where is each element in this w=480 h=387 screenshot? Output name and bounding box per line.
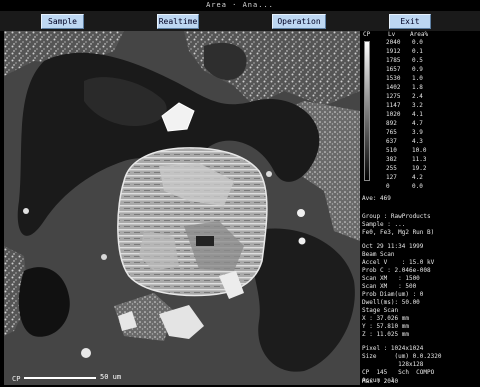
bright-grain — [298, 237, 306, 245]
bright-grain — [23, 208, 29, 214]
realtime-button[interactable]: Realtime — [157, 14, 199, 29]
legend-level: 1020 — [386, 111, 401, 118]
info-stage-z: Z : 11.025 mm — [362, 331, 409, 338]
signal-label: CP — [12, 375, 20, 383]
legend-area-percent: 4.3 — [412, 138, 423, 145]
legend-level: 765 — [386, 129, 397, 136]
info-scan-mag: Scan XM : 1500 — [362, 275, 420, 282]
scale-bar-label: 50 um — [100, 373, 122, 381]
info-stage-x: X : 37.026 mm — [362, 315, 409, 322]
legend-level: 1912 — [386, 48, 401, 55]
info-beam-scan: Beam Scan — [362, 251, 395, 258]
bright-grain — [266, 171, 272, 177]
legend-level: 637 — [386, 138, 397, 145]
legend-area-percent: 0.0 — [412, 183, 423, 190]
legend-area-percent: 0.1 — [412, 48, 423, 55]
info-datetime: Oct 29 11:34 1999 — [362, 243, 424, 250]
info-group: Group : RawProducts — [362, 213, 431, 220]
legend-level: 382 — [386, 156, 397, 163]
legend-header-area: Area% — [410, 31, 429, 38]
toolbar: Sample Realtime Operation Exit — [0, 11, 480, 31]
info-sample: Sample : ... — [362, 221, 406, 228]
legend-level: 892 — [386, 120, 397, 127]
legend-level: 0 — [386, 183, 390, 190]
legend-area-percent: 0.9 — [412, 66, 423, 73]
bright-grain — [101, 254, 107, 260]
bright-grain — [297, 209, 305, 217]
legend-area-percent: 3.2 — [412, 102, 423, 109]
info-scan-mag-2: Scan XM : 500 — [362, 283, 417, 290]
analysis-window: Area · Ana... Sample Realtime Operation … — [0, 0, 480, 387]
info-comment: Fe0, Fe3, Mg2 Run B) — [362, 229, 435, 236]
legend-level: 1657 — [386, 66, 401, 73]
info-probe-diameter: Prob Diam(um) : 0 — [362, 291, 424, 298]
window-titlebar[interactable]: Area · Ana... — [0, 0, 480, 11]
info-cp-line: CP 145 Sch COMPO — [362, 369, 435, 376]
sample-button[interactable]: Sample — [41, 14, 84, 29]
legend-average: Ave: 469 — [362, 195, 391, 202]
sem-image-viewport[interactable]: CP 50 um — [4, 31, 360, 385]
scale-bar-line — [24, 377, 96, 379]
legend-level: 1147 — [386, 102, 401, 109]
legend-level: 1402 — [386, 84, 401, 91]
crystal-pit — [196, 236, 214, 246]
legend-level: 1530 — [386, 75, 401, 82]
info-stage-y: Y : 57.810 mm — [362, 323, 409, 330]
info-pixel: Pixel : 1024x1024 — [362, 345, 424, 352]
legend-level: 2040 — [386, 39, 401, 46]
scale-bar: 50 um — [24, 372, 146, 384]
legend-header-lv: Lv — [388, 31, 396, 38]
info-size-2: 128x128 — [362, 361, 424, 368]
info-dwell: Dwell(ms): 50.00 — [362, 299, 420, 306]
legend-area-percent: 2.4 — [412, 93, 423, 100]
info-accel-voltage: Accel V : 15.0 kV — [362, 259, 435, 266]
legend-area-percent: 0.5 — [412, 57, 423, 64]
grayscale-legend-bar — [364, 41, 370, 181]
info-panel: CP Lv Area% 2040 0.0 1912 0.1 1785 0.5 1657 0.9… — [360, 31, 480, 385]
legend-area-percent: 4.7 — [412, 120, 423, 127]
legend-header-cp: CP — [363, 31, 371, 38]
legend-area-percent: 4.1 — [412, 111, 423, 118]
legend-level: 1275 — [386, 93, 401, 100]
legend-level: 510 — [386, 147, 397, 154]
info-stage-scan: Stage Scan — [362, 307, 399, 314]
legend-area-percent: 19.2 — [412, 165, 427, 172]
legend-area-percent: 11.3 — [412, 156, 427, 163]
legend-area-percent: 1.0 — [412, 75, 423, 82]
legend-area-percent: 4.2 — [412, 174, 423, 181]
sem-micrograph: CP — [4, 31, 360, 385]
info-size: Size (um) 0.0.2320 — [362, 353, 442, 360]
operation-button[interactable]: Operation — [272, 14, 326, 29]
legend-area-percent: 3.9 — [412, 129, 423, 136]
legend-area-percent: 10.0 — [412, 147, 427, 154]
window-title: Area · Ana... — [206, 1, 274, 9]
legend-area-percent: 1.8 — [412, 84, 423, 91]
info-probe-current: Prob C : 2.046e-008 — [362, 267, 431, 274]
exit-button[interactable]: Exit — [389, 14, 431, 29]
info-max: Max : 2040 — [362, 378, 399, 385]
legend-level: 1785 — [386, 57, 401, 64]
legend-level: 255 — [386, 165, 397, 172]
legend-level: 127 — [386, 174, 397, 181]
bright-grain — [81, 348, 91, 358]
legend-area-percent: 0.0 — [412, 39, 423, 46]
